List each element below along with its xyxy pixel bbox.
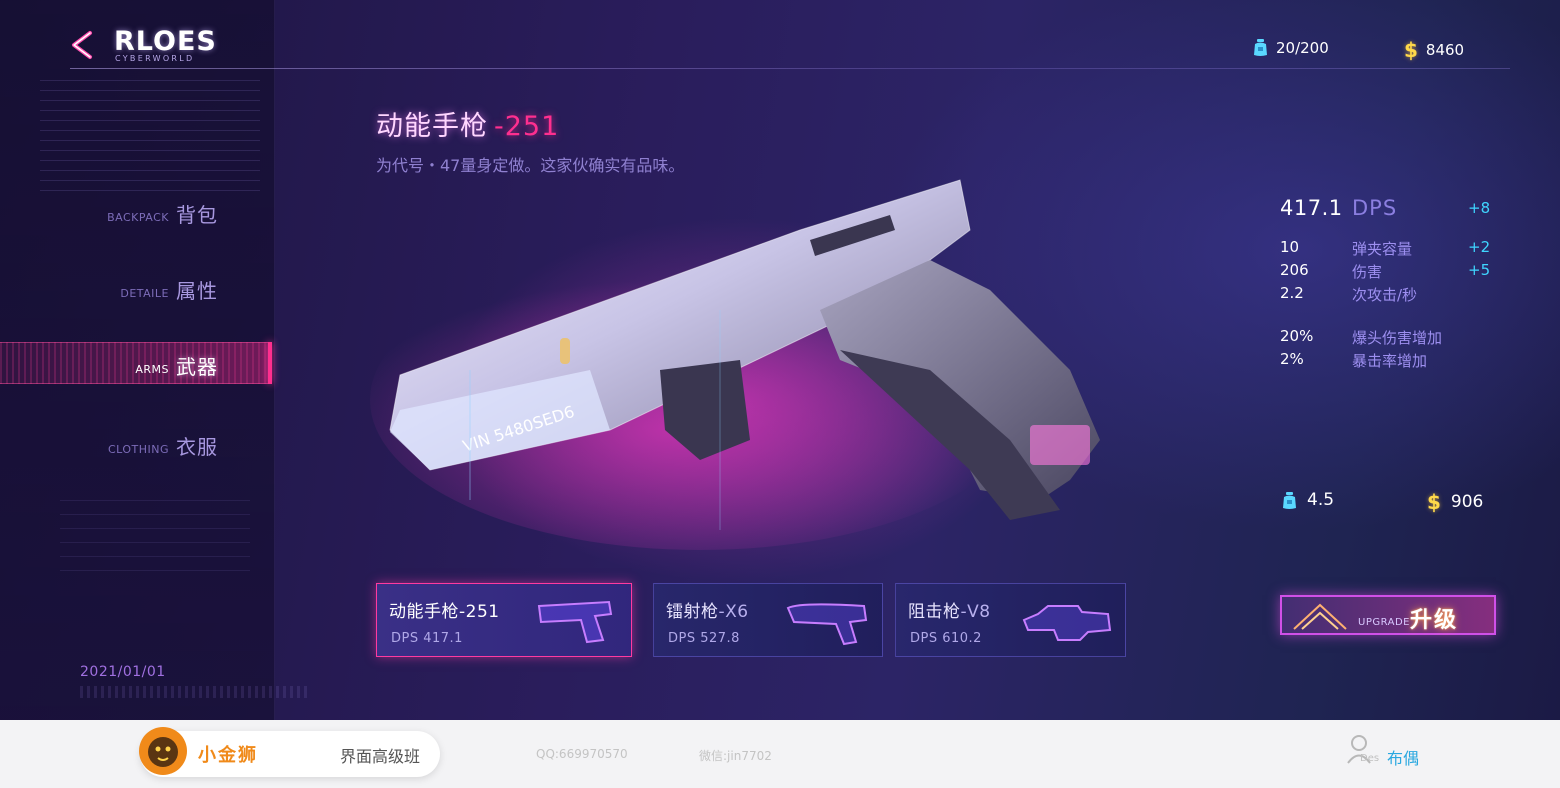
weapon-card-x6[interactable]: 镭射枪-X6 DPS 527.8 <box>653 583 883 657</box>
nav-item-clothing[interactable]: CLOTHING 衣服 <box>0 424 275 464</box>
stat-bonus: +2 <box>1468 238 1491 256</box>
money-value: 8460 <box>1425 41 1465 59</box>
sniper-gun-icon <box>1022 605 1112 641</box>
nav-item-en-label: CLOTHING <box>107 443 169 456</box>
date-label: 2021/01/01 <box>80 664 166 680</box>
stat-row: 2% 暴击率增加 <box>1280 350 1510 373</box>
card-title: 镭射枪-X6 <box>666 597 749 622</box>
des-label: Des <box>1360 753 1380 764</box>
upgrade-money-cost: $ 906 <box>1427 490 1483 514</box>
card-dps: DPS 610.2 <box>910 631 982 646</box>
stat-label: 伤害 <box>1352 263 1383 281</box>
dps-bonus: +8 <box>1468 199 1491 217</box>
lion-logo-icon <box>139 727 187 775</box>
stat-row: 2.2 次攻击/秒 <box>1280 284 1510 307</box>
stat-value: 2.2 <box>1280 284 1304 302</box>
stat-value: 2% <box>1280 350 1304 368</box>
qq-contact: QQ:669970570 <box>536 747 628 761</box>
card-title: 阻击枪-V8 <box>908 597 991 622</box>
card-name: 动能手枪 <box>389 602 459 622</box>
logo-subtitle: CYBERWORLD <box>115 54 195 63</box>
header-divider <box>70 68 1510 69</box>
nav-item-detail[interactable]: DETAILE 属性 <box>0 268 275 308</box>
stat-value: 10 <box>1280 238 1300 256</box>
author-name: 布偶 <box>1387 749 1420 768</box>
footer-bar: 小金狮 界面高级班 QQ:669970570 微信:jin7702 Des 布偶 <box>0 720 1560 788</box>
dollar-icon: $ <box>1404 38 1418 62</box>
card-code: -251 <box>459 602 500 622</box>
decorative-lines <box>80 686 310 698</box>
back-chevron-icon[interactable] <box>68 30 98 60</box>
nav-item-backpack[interactable]: BACKPACK 背包 <box>0 192 275 232</box>
upgrade-chevron-icon <box>1293 603 1347 630</box>
weapon-stats: 417.1 DPS +8 10 弹夹容量 +2 206 伤害 +5 2.2 次攻… <box>1280 196 1510 373</box>
nav-item-arms[interactable]: ARMS 武器 <box>0 344 275 384</box>
money-counter: $ 8460 <box>1404 38 1464 62</box>
wechat-contact: 微信:jin7702 <box>699 749 772 763</box>
nav-item-cn-label: 武器 <box>176 355 218 379</box>
stat-value: 20% <box>1280 327 1314 345</box>
logo-title: RLOES <box>114 26 217 57</box>
energy-cost-value: 4.5 <box>1307 490 1335 510</box>
stat-label: 弹夹容量 <box>1352 240 1413 258</box>
card-title: 动能手枪-251 <box>389 597 500 622</box>
stat-row: 10 弹夹容量 +2 <box>1280 238 1510 261</box>
weapon-code: -251 <box>494 111 560 142</box>
pistol-image: VIN 5480SED6 <box>370 179 1100 550</box>
card-name: 阻击枪 <box>908 602 961 622</box>
card-dps: DPS 417.1 <box>391 631 463 646</box>
nav-item-en-label: ARMS <box>135 363 169 376</box>
nav-item-en-label: BACKPACK <box>107 211 169 224</box>
weapon-card-v8[interactable]: 阻击枪-V8 DPS 610.2 <box>895 583 1126 657</box>
upgrade-button[interactable]: UPGRADE 升级 <box>1280 595 1496 635</box>
card-name: 镭射枪 <box>666 602 719 622</box>
stat-value: 206 <box>1280 261 1309 279</box>
weapon-title: 动能手枪 -251 <box>376 104 559 143</box>
stat-label: 暴击率增加 <box>1352 352 1428 370</box>
decorative-lines <box>40 80 260 200</box>
card-code: -V8 <box>960 602 991 622</box>
card-dps: DPS 527.8 <box>668 631 740 646</box>
course-name: 界面高级班 <box>340 747 421 766</box>
stat-label: 爆头伤害增加 <box>1352 329 1443 347</box>
dps-value: 417.1 <box>1280 196 1343 220</box>
decorative-lines <box>60 500 250 580</box>
stat-label: 次攻击/秒 <box>1352 286 1418 304</box>
weapon-name: 动能手枪 <box>376 111 488 142</box>
energy-value: 20/200 <box>1276 38 1329 57</box>
weapon-card-251[interactable]: 动能手枪-251 DPS 417.1 <box>376 583 632 657</box>
energy-bag-icon <box>1254 39 1267 56</box>
energy-bag-icon <box>1283 491 1296 509</box>
energy-counter: 20/200 <box>1253 38 1329 57</box>
card-code: -X6 <box>718 602 749 622</box>
stat-row: 20% 爆头伤害增加 <box>1280 327 1510 350</box>
stat-row: 206 伤害 +5 <box>1280 261 1510 284</box>
nav-item-cn-label: 属性 <box>176 279 218 303</box>
money-cost-value: 906 <box>1450 492 1484 512</box>
game-screen: RLOES CYBERWORLD 20/200 $ 8460 BACKPACK … <box>0 0 1560 720</box>
pistol-icon <box>537 600 613 644</box>
dollar-icon: $ <box>1427 490 1441 514</box>
upgrade-energy-cost: 4.5 <box>1282 490 1334 510</box>
nav-item-cn-label: 衣服 <box>176 435 218 459</box>
nav-item-cn-label: 背包 <box>176 203 218 227</box>
upgrade-cn-label: 升级 <box>1410 608 1459 633</box>
upgrade-en-label: UPGRADE <box>1358 617 1411 628</box>
brand-name: 小金狮 <box>198 745 258 766</box>
stat-bonus: +5 <box>1468 261 1491 279</box>
brand-pill: 小金狮 界面高级班 <box>139 727 440 777</box>
dps-row: 417.1 DPS +8 <box>1280 196 1510 224</box>
dps-label: DPS <box>1352 196 1398 220</box>
nav-item-en-label: DETAILE <box>120 287 169 300</box>
laser-gun-icon <box>786 603 868 646</box>
